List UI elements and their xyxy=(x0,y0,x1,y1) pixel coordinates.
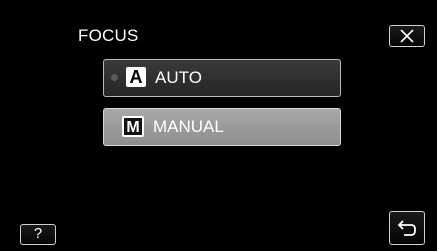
help-icon: ? xyxy=(33,225,43,242)
auto-label: AUTO xyxy=(155,68,202,87)
page-title: FOCUS xyxy=(78,26,139,45)
auto-mode-icon: A xyxy=(126,67,146,87)
close-icon xyxy=(400,29,414,43)
back-button[interactable] xyxy=(389,211,425,245)
manual-mode-icon: M xyxy=(122,116,144,137)
selected-indicator xyxy=(111,74,118,81)
help-button[interactable]: ? xyxy=(20,224,56,245)
focus-auto-button[interactable]: A AUTO xyxy=(103,59,341,97)
close-button[interactable] xyxy=(389,25,425,47)
back-arrow-icon xyxy=(397,220,416,236)
manual-label: MANUAL xyxy=(153,117,224,136)
focus-manual-button[interactable]: M MANUAL xyxy=(103,108,341,146)
